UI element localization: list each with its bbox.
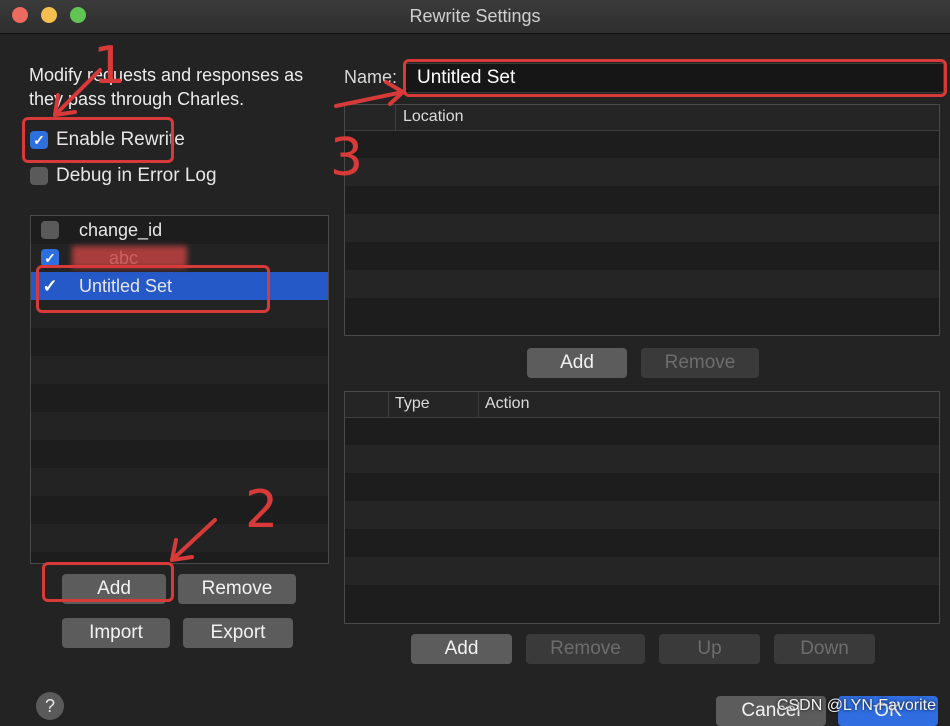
annotation-arrows <box>53 68 405 562</box>
annotation-arrow-1 <box>53 68 102 117</box>
annotation-arrow-2 <box>170 518 217 562</box>
